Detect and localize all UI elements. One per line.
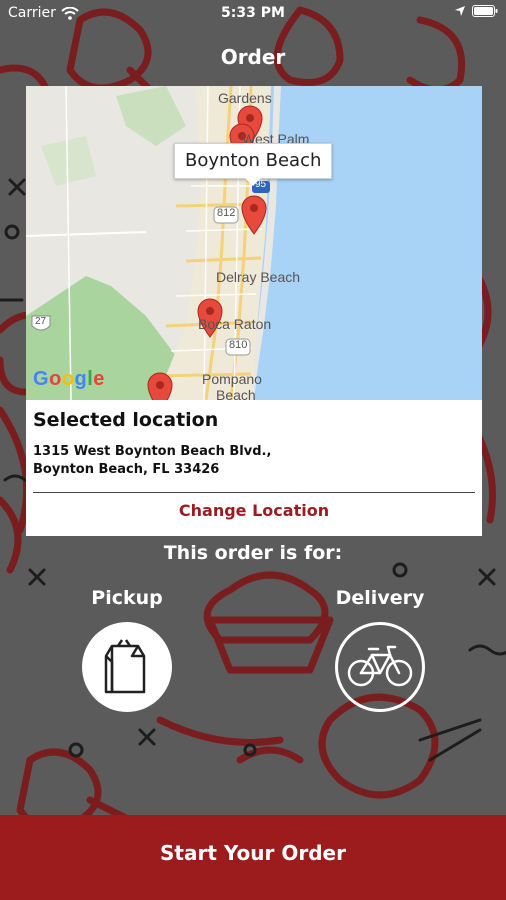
location-card: Gardens West Palm Delray Beach Boca Rato… (26, 86, 482, 536)
address-line-2: Boynton Beach, FL 33426 (33, 462, 220, 477)
selected-location-heading: Selected location (33, 409, 219, 431)
map-label-hwy-810: 810 (229, 339, 248, 351)
map-label-pompano: Pompano (202, 371, 262, 387)
location-arrow-icon (455, 6, 465, 16)
map-label-delray: Delray Beach (216, 269, 301, 285)
order-type-prompt: This order is for: (163, 542, 343, 564)
pickup-label: Pickup (91, 587, 163, 609)
pickup-button[interactable] (82, 622, 172, 712)
battery-icon (472, 5, 498, 17)
map-label-boca: Boca Raton (198, 316, 272, 332)
delivery-label: Delivery (335, 587, 425, 609)
paper-bag-icon (104, 639, 146, 694)
map-label-hwy-812: 812 (217, 207, 236, 219)
map-label-pompano-beach: Beach (216, 387, 256, 400)
start-order-button[interactable]: Start Your Order (0, 815, 506, 900)
bicycle-icon (347, 645, 413, 687)
status-right (454, 5, 498, 17)
delivery-button[interactable] (335, 622, 425, 712)
map-view[interactable]: Gardens West Palm Delray Beach Boca Rato… (26, 86, 482, 400)
map-callout[interactable]: Boynton Beach (174, 143, 333, 186)
map-label-gardens: Gardens (218, 90, 272, 106)
status-bar: Carrier 5:33 PM (0, 0, 506, 28)
map-label-hwy-27: 27 (35, 316, 47, 327)
status-time: 5:33 PM (221, 5, 285, 21)
change-location-button[interactable]: Change Location (26, 498, 482, 530)
map-pin[interactable] (147, 372, 173, 400)
divider (33, 492, 475, 493)
google-logo: Google (33, 368, 105, 390)
address-line-1: 1315 West Boynton Beach Blvd., (33, 444, 272, 459)
page-title: Order (220, 45, 286, 69)
